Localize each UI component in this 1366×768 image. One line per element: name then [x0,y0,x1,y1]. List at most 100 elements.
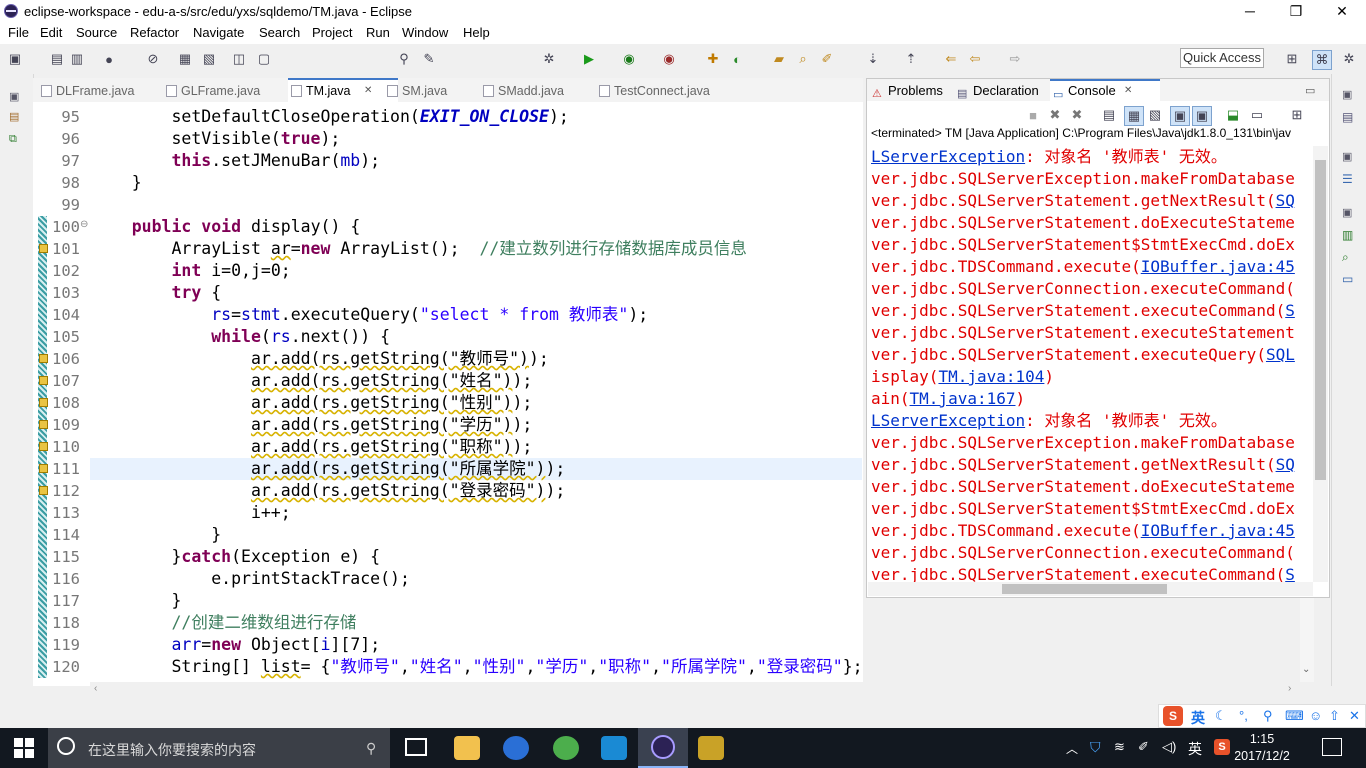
menu-refactor[interactable]: Refactor [130,25,179,40]
tab-dlframe[interactable]: DLFrame.java [38,80,168,102]
console-line[interactable]: ver.jdbc.SQLServerStatement$StmtExecCmd.… [871,234,1313,256]
menu-window[interactable]: Window [402,25,448,40]
console-line[interactable]: ver.jdbc.SQLServerStatement.doExecuteSta… [871,476,1313,498]
skip-breakpoints-icon[interactable]: ⊘ [144,50,162,68]
show-hidden-icons[interactable]: ︿ [1066,740,1078,757]
console-line[interactable]: ver.jdbc.SQLServerStatement.executeComma… [871,300,1313,322]
open-folder-icon[interactable]: ▰ [770,50,788,68]
sogou-logo-icon[interactable]: S [1163,706,1183,726]
console-line[interactable]: LServerException: 对象名 '教师表' 无效。 [871,146,1313,168]
code-line[interactable]: arr=new Object[i][7]; [92,634,380,656]
skin-icon[interactable]: ☺ [1309,708,1322,723]
forward-icon[interactable]: ⇨ [1006,50,1024,68]
code-line[interactable]: ArrayList ar=new ArrayList(); //建立数列进行存储… [92,238,746,260]
code-line[interactable]: i++; [92,502,291,524]
console-line[interactable]: LServerException: 对象名 '教师表' 无效。 [871,410,1313,432]
new-class-icon[interactable]: ◐ [728,50,746,68]
console-line[interactable]: ver.jdbc.SQLServerException.makeFromData… [871,168,1313,190]
last-edit-icon[interactable]: ⇐ [942,50,960,68]
open-type-icon[interactable]: ▦ [176,50,194,68]
console-line[interactable]: ver.jdbc.SQLServerStatement$StmtExecCmd.… [871,498,1313,520]
scroll-lock-icon[interactable]: ▦ [1124,106,1144,126]
console-icon[interactable]: ▭ [1342,272,1353,286]
stacktrace-link[interactable]: IOBuffer.java:45 [1141,521,1295,540]
terminate-icon[interactable]: ■ [1024,106,1042,124]
java-perspective-icon[interactable]: ⌘ [1312,50,1332,70]
tab-declaration[interactable]: ▤ Declaration [955,81,1065,101]
sogou-tray-icon[interactable]: S [1214,739,1230,755]
code-line[interactable]: e.printStackTrace(); [92,568,410,590]
stacktrace-link[interactable]: LServerException [871,147,1025,166]
stacktrace-link[interactable]: LServerException [871,411,1025,430]
warning-icon[interactable] [39,354,48,363]
console-line[interactable]: ver.jdbc.SQLServerStatement.executeQuery… [871,344,1313,366]
run-icon[interactable]: ▶ [580,50,598,68]
restore-icon[interactable]: ▣ [9,90,23,103]
code-line[interactable]: setVisible(true); [92,128,340,150]
debug-icon[interactable]: ✲ [540,50,558,68]
tab-glframe[interactable]: GLFrame.java [163,80,293,102]
pin-console-icon[interactable]: ⬓ [1224,106,1242,124]
warning-icon[interactable] [39,420,48,429]
code-line[interactable]: } [92,524,221,546]
code-line[interactable]: } [92,172,142,194]
stacktrace-link[interactable]: IOBuffer.java:45 [1141,257,1295,276]
scroll-thumb[interactable] [1315,160,1326,480]
tab-testconnect[interactable]: TestConnect.java [596,80,744,102]
stacktrace-link[interactable]: SQ [1276,191,1295,210]
restore-icon[interactable]: ▣ [1342,150,1352,163]
scroll-right-icon[interactable]: › [1288,683,1291,694]
menu-run[interactable]: Run [366,25,390,40]
code-line[interactable]: while(rs.next()) { [92,326,390,348]
code-line[interactable]: public void display() { [92,216,361,238]
upload-icon[interactable]: ⇧ [1329,708,1340,724]
prev-annotation-icon[interactable]: ⇡ [902,50,920,68]
volume-icon[interactable]: ◁) [1162,739,1176,755]
close-icon[interactable]: ✕ [1124,81,1132,101]
remove-all-icon[interactable]: ✖ [1068,106,1086,124]
restore-icon[interactable]: ▣ [1342,88,1352,101]
tools-app-icon[interactable] [698,736,724,760]
menu-edit[interactable]: Edit [40,25,62,40]
stacktrace-link[interactable]: TM.java:104 [938,367,1044,386]
360-browser-icon[interactable] [553,736,579,760]
network-icon[interactable]: ≋ [1114,739,1125,755]
menu-source[interactable]: Source [76,25,117,40]
notifications-icon[interactable] [1322,738,1342,756]
code-line[interactable]: try { [92,282,221,304]
warning-icon[interactable] [39,486,48,495]
menu-search[interactable]: Search [259,25,300,40]
fold-collapse-icon[interactable]: ⊖ [80,219,88,230]
debug-perspective-icon[interactable]: ✲ [1340,50,1358,68]
tab-smadd[interactable]: SMadd.java [480,80,598,102]
code-line[interactable]: //创建二维数组进行存储 [92,612,356,634]
microphone-icon[interactable]: ⚲ [366,740,376,757]
minimize-view-icon[interactable]: ▭ [1305,84,1315,97]
menu-project[interactable]: Project [312,25,352,40]
pen-icon[interactable]: ✐ [818,50,836,68]
console-line[interactable]: ver.jdbc.SQLServerStatement.doExecuteSta… [871,212,1313,234]
code-line[interactable]: }catch(Exception e) { [92,546,380,568]
pen-tray-icon[interactable]: ✐ [1138,739,1149,755]
console-vertical-scrollbar[interactable] [1313,146,1328,582]
browser-icon[interactable] [503,736,529,760]
wps-icon[interactable] [601,736,627,760]
code-line[interactable]: } [92,590,181,612]
punctuation-icon[interactable]: °, [1239,708,1248,723]
back-icon[interactable]: ⇦ [966,50,984,68]
console-horizontal-scrollbar[interactable] [868,582,1313,596]
next-annotation-icon[interactable]: ⇣ [864,50,882,68]
code-line[interactable]: ar.add(rs.getString("学历")); [92,414,532,436]
external-tools-icon[interactable]: ◉ [660,50,678,68]
search-icon[interactable]: ⌕ [794,50,812,68]
open-console-icon[interactable]: ⊞ [1288,106,1306,124]
code-line[interactable]: ar.add(rs.getString("教师号")); [92,348,549,370]
code-line[interactable]: rs=stmt.executeQuery("select * from 教师表"… [92,304,648,326]
tools-icon[interactable]: ✕ [1349,708,1360,724]
stacktrace-link[interactable]: SQ [1276,455,1295,474]
moon-icon[interactable]: ☾ [1215,708,1227,724]
stacktrace-link[interactable]: SQL [1266,345,1295,364]
clear-console-icon[interactable]: ▤ [1100,106,1118,124]
tab-console[interactable]: ▭ Console ✕ [1050,79,1160,101]
display-console-icon[interactable]: ▭ [1248,106,1266,124]
